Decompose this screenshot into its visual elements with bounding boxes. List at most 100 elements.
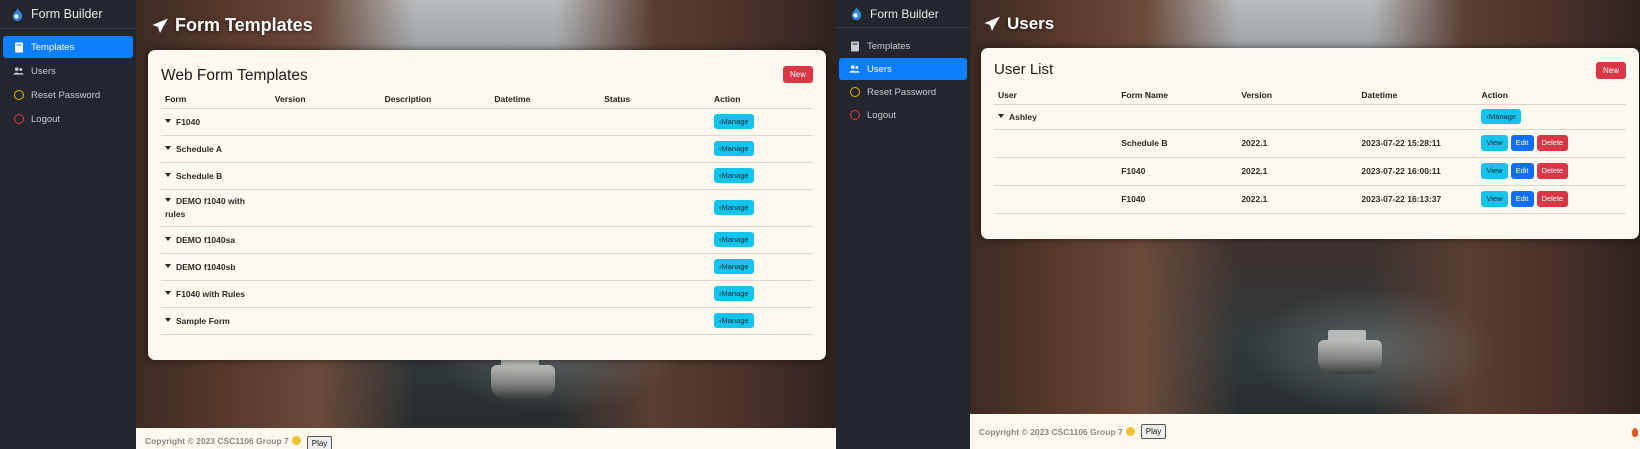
form-cell[interactable]: Schedule A <box>161 135 271 163</box>
manage-button[interactable]: ‹Manage <box>713 140 754 157</box>
view-button[interactable]: View <box>1481 163 1508 179</box>
form-cell[interactable]: DEMO f1040 with rules <box>161 189 271 227</box>
users-icon <box>849 64 860 75</box>
page-title-text: Users <box>1007 14 1055 33</box>
drupal-logo-icon <box>851 6 862 21</box>
manage-button[interactable]: ‹Manage <box>713 199 754 216</box>
form-cell[interactable]: F1040 <box>161 108 271 136</box>
column-header[interactable]: Status <box>600 90 710 109</box>
table-row[interactable]: F1040 2022.1 2023-07-22 16:00:11 View Edi… <box>994 157 1626 186</box>
sidebar-item-reset-password[interactable]: Reset Password <box>839 81 967 103</box>
table-row[interactable]: Sample Form ‹Manage <box>161 307 813 335</box>
brand-name: Form Builder <box>870 6 939 21</box>
book-icon <box>13 42 24 53</box>
delete-button[interactable]: Delete <box>1536 163 1569 179</box>
new-user-button[interactable]: New <box>1595 62 1626 79</box>
sidebar: Form Builder Templates Users Reset Passw… <box>0 0 136 449</box>
table-row[interactable]: Schedule A ‹Manage <box>161 135 813 163</box>
sidebar-item-templates[interactable]: Templates <box>839 35 967 57</box>
user-group-row[interactable]: Ashley ‹Manage <box>994 104 1626 130</box>
table-header-row: Form Version Description Datetime Status… <box>161 90 813 109</box>
flame-icon <box>1632 428 1638 437</box>
manage-button[interactable]: ‹Manage <box>713 285 754 302</box>
users-window: Form Builder Templates Users Reset Passw… <box>836 0 1640 449</box>
sidebar-item-logout[interactable]: Logout <box>3 108 133 130</box>
manage-button[interactable]: ‹Manage <box>713 312 754 329</box>
table-row[interactable]: Schedule B 2022.1 2023-07-22 15:28:11 Vi… <box>994 129 1626 158</box>
edit-button[interactable]: Edit <box>1510 135 1534 151</box>
smiley-icon <box>1125 427 1135 436</box>
play-button[interactable]: Play <box>306 436 333 449</box>
column-header[interactable]: Datetime <box>1357 86 1478 105</box>
templates-card: Web Form Templates New Form Version Desc… <box>148 50 826 360</box>
datetime-cell: 2023-07-22 16:13:37 <box>1357 185 1478 214</box>
column-header[interactable]: Version <box>1237 86 1358 105</box>
delete-button[interactable]: Delete <box>1536 135 1569 151</box>
play-button[interactable]: Play <box>1140 424 1167 439</box>
caret-down-icon[interactable] <box>165 119 171 124</box>
manage-button[interactable]: ‹Manage <box>713 258 754 275</box>
form-cell[interactable]: Schedule B <box>161 162 271 190</box>
column-header[interactable]: Form Name <box>1117 86 1238 105</box>
footer: Copyright © 2023 CSC1106 Group 7 Play <box>136 428 836 449</box>
sidebar-item-templates[interactable]: Templates <box>3 36 133 58</box>
table-row[interactable]: F1040 ‹Manage <box>161 108 813 136</box>
sidebar-item-logout[interactable]: Logout <box>839 104 967 126</box>
circle-icon <box>849 110 860 121</box>
brand[interactable]: Form Builder <box>836 0 970 28</box>
delete-button[interactable]: Delete <box>1536 191 1569 207</box>
background-boat-image <box>1318 330 1382 374</box>
column-header[interactable]: User <box>994 86 1118 105</box>
main-content: Form Templates Web Form Templates New Fo… <box>136 0 836 449</box>
caret-down-icon[interactable] <box>165 264 171 269</box>
manage-button[interactable]: ‹Manage <box>1481 108 1522 125</box>
form-cell[interactable]: F1040 with Rules <box>161 280 271 308</box>
column-header[interactable]: Description <box>380 90 491 109</box>
edit-button[interactable]: Edit <box>1510 191 1534 207</box>
table-row[interactable]: DEMO f1040 with rules ‹Manage <box>161 189 813 227</box>
form-name: Schedule A <box>176 143 222 154</box>
table-row[interactable]: Schedule B ‹Manage <box>161 162 813 190</box>
column-header[interactable]: Form <box>161 90 271 109</box>
table-row[interactable]: F1040 2022.1 2023-07-22 16:13:37 View Edi… <box>994 185 1626 214</box>
caret-down-icon[interactable] <box>165 198 171 203</box>
table-row[interactable]: F1040 with Rules ‹Manage <box>161 280 813 308</box>
background-boat-image <box>491 355 555 399</box>
card-title: Web Form Templates <box>161 67 308 84</box>
column-header[interactable]: Version <box>270 90 381 109</box>
user-cell[interactable]: Ashley <box>994 104 1118 130</box>
caret-down-icon[interactable] <box>165 318 171 323</box>
manage-button[interactable]: ‹Manage <box>713 113 754 130</box>
version-cell: 2022.1 <box>1237 157 1358 186</box>
user-name: Ashley <box>1009 111 1037 122</box>
caret-down-icon[interactable] <box>998 114 1004 119</box>
form-name-cell: Schedule B <box>1117 129 1238 158</box>
smiley-icon <box>291 436 301 445</box>
paper-plane-icon <box>984 16 1000 31</box>
column-header[interactable]: Action <box>709 90 813 109</box>
sidebar-item-reset-password[interactable]: Reset Password <box>3 84 133 106</box>
form-cell[interactable]: DEMO f1040sa <box>161 226 271 254</box>
sidebar-item-users[interactable]: Users <box>3 60 133 82</box>
table-row[interactable]: DEMO f1040sa ‹Manage <box>161 226 813 254</box>
column-header[interactable]: Datetime <box>490 90 601 109</box>
new-template-button[interactable]: New <box>782 66 813 83</box>
view-button[interactable]: View <box>1481 191 1508 207</box>
brand[interactable]: Form Builder <box>0 0 136 29</box>
edit-button[interactable]: Edit <box>1510 163 1534 179</box>
caret-down-icon[interactable] <box>165 237 171 242</box>
sidebar-item-label: Reset Password <box>867 86 937 98</box>
column-header[interactable]: Action <box>1477 86 1626 105</box>
form-cell[interactable]: Sample Form <box>161 307 271 335</box>
view-button[interactable]: View <box>1481 135 1508 151</box>
caret-down-icon[interactable] <box>165 291 171 296</box>
form-cell[interactable]: DEMO f1040sb <box>161 253 271 281</box>
table-row[interactable]: DEMO f1040sb ‹Manage <box>161 253 813 281</box>
caret-down-icon[interactable] <box>165 146 171 151</box>
sidebar-item-users[interactable]: Users <box>839 58 967 80</box>
caret-down-icon[interactable] <box>165 173 171 178</box>
circle-icon <box>13 90 24 101</box>
manage-button[interactable]: ‹Manage <box>713 167 754 184</box>
manage-button[interactable]: ‹Manage <box>713 231 754 248</box>
drupal-logo-icon <box>12 7 23 21</box>
